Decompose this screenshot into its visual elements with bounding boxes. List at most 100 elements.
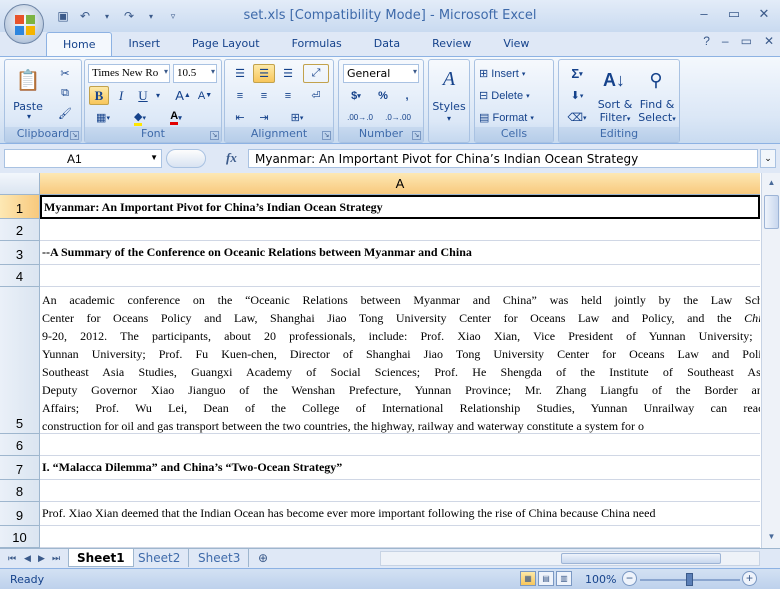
align-center-icon[interactable]: ≡: [253, 86, 275, 105]
row-header[interactable]: 2: [0, 219, 40, 241]
page-layout-view-icon[interactable]: ▤: [538, 571, 554, 586]
sort-filter-button[interactable]: Sort & Filter▾: [593, 98, 637, 126]
binoculars-icon[interactable]: ⚲: [639, 64, 673, 96]
formula-bar-resize-handle[interactable]: [166, 149, 206, 168]
format-cells-button[interactable]: ▤ Format ▾: [478, 108, 552, 127]
font-name-dropdown-icon[interactable]: ▾: [164, 67, 168, 76]
insert-sheet-icon[interactable]: ⊕: [250, 549, 276, 567]
clear-icon[interactable]: ⌫ ▾: [562, 108, 592, 127]
zoom-in-icon[interactable]: +: [742, 571, 757, 586]
close-icon[interactable]: ✕: [756, 6, 772, 22]
paste-icon[interactable]: 📋: [11, 64, 45, 96]
align-top-icon[interactable]: ☰: [229, 64, 251, 83]
tab-formulas[interactable]: Formulas: [276, 32, 358, 56]
maximize-icon[interactable]: ▭: [726, 6, 742, 22]
vertical-scrollbar[interactable]: ▲ ▼: [761, 173, 780, 548]
bold-button[interactable]: B: [89, 86, 109, 105]
underline-dropdown-icon[interactable]: ▾: [153, 86, 163, 105]
select-all-corner[interactable]: [0, 173, 40, 195]
horizontal-scrollbar[interactable]: [380, 551, 760, 566]
number-format-box[interactable]: General ▾: [343, 64, 419, 83]
zoom-out-icon[interactable]: −: [622, 571, 637, 586]
styles-dropdown-icon[interactable]: ▾: [445, 114, 453, 123]
font-color-icon[interactable]: A ▾: [161, 108, 191, 127]
page-break-view-icon[interactable]: ▥: [556, 571, 572, 586]
zoom-slider-knob[interactable]: [686, 573, 693, 586]
next-sheet-icon[interactable]: ▶: [38, 553, 45, 564]
format-painter-icon[interactable]: 🖌: [55, 104, 75, 122]
tab-review[interactable]: Review: [416, 32, 487, 56]
font-launcher-icon[interactable]: ↘: [210, 131, 219, 140]
italic-button[interactable]: I: [111, 86, 131, 105]
underline-button[interactable]: U: [133, 86, 153, 105]
tab-insert[interactable]: Insert: [112, 32, 176, 56]
name-box-dropdown-icon[interactable]: ▼: [150, 153, 158, 162]
scroll-down-icon[interactable]: ▼: [764, 529, 779, 544]
column-header-a[interactable]: A: [40, 173, 760, 195]
row-header[interactable]: 5: [0, 287, 40, 434]
font-size-dropdown-icon[interactable]: ▾: [211, 67, 215, 76]
tab-page-layout[interactable]: Page Layout: [176, 32, 276, 56]
currency-button[interactable]: $ ▾: [343, 86, 369, 105]
number-launcher-icon[interactable]: ↘: [412, 131, 421, 140]
minimize-icon[interactable]: –: [696, 6, 712, 22]
row-header[interactable]: 8: [0, 480, 40, 502]
office-button[interactable]: [4, 4, 44, 44]
decrease-decimal-button[interactable]: .0→.00: [381, 108, 415, 127]
cell-a4[interactable]: [40, 265, 760, 287]
cell-a8[interactable]: [40, 480, 760, 502]
formula-input[interactable]: Myanmar: An Important Pivot for China’s …: [248, 149, 758, 168]
cell-a1[interactable]: Myanmar: An Important Pivot for China’s …: [40, 195, 760, 219]
sheet-tab-sheet2[interactable]: Sheet2: [130, 549, 190, 567]
increase-decimal-button[interactable]: .00→.0: [343, 108, 377, 127]
horizontal-scroll-thumb[interactable]: [561, 553, 721, 564]
first-sheet-icon[interactable]: ⏮: [8, 553, 16, 564]
paste-dropdown-icon[interactable]: ▾: [25, 112, 33, 121]
insert-function-button[interactable]: fx: [226, 150, 237, 166]
cell-a3[interactable]: --A Summary of the Conference on Oceanic…: [40, 241, 760, 265]
tab-data[interactable]: Data: [358, 32, 416, 56]
number-format-dropdown-icon[interactable]: ▾: [413, 67, 417, 76]
cell-a9[interactable]: Prof. Xiao Xian deemed that the Indian O…: [40, 502, 760, 526]
prev-sheet-icon[interactable]: ◀: [24, 553, 31, 564]
grow-font-button[interactable]: A ▲: [173, 86, 193, 105]
decrease-indent-icon[interactable]: ⇤: [229, 108, 251, 127]
row-header[interactable]: 3: [0, 241, 40, 265]
vertical-scroll-thumb[interactable]: [764, 195, 779, 229]
find-select-button[interactable]: Find & Select▾: [635, 98, 679, 126]
comma-button[interactable]: ,: [397, 86, 417, 105]
shrink-font-button[interactable]: A ▼: [195, 86, 215, 105]
cut-icon[interactable]: ✂: [55, 64, 75, 82]
zoom-level[interactable]: 100%: [585, 573, 616, 586]
cell-a6[interactable]: [40, 434, 760, 456]
row-header[interactable]: 10: [0, 526, 40, 548]
font-size-box[interactable]: 10.5 ▾: [173, 64, 217, 83]
fill-color-icon[interactable]: ◆ ▾: [125, 108, 155, 127]
row-header[interactable]: 4: [0, 265, 40, 287]
name-box[interactable]: A1 ▼: [4, 149, 162, 168]
merge-center-icon[interactable]: ⊞ ▾: [281, 108, 313, 127]
workbook-close-icon[interactable]: ✕: [764, 34, 774, 48]
autosum-icon[interactable]: Σ ▾: [562, 64, 592, 83]
help-icon[interactable]: ?: [703, 34, 710, 48]
align-right-icon[interactable]: ≡: [277, 86, 299, 105]
align-bottom-icon[interactable]: ☰: [277, 64, 299, 83]
insert-cells-button[interactable]: ⊞ Insert ▾: [478, 64, 552, 83]
row-header[interactable]: 9: [0, 502, 40, 526]
increase-indent-icon[interactable]: ⇥: [253, 108, 275, 127]
tab-home[interactable]: Home: [46, 32, 113, 56]
align-middle-icon[interactable]: ☰: [253, 64, 275, 83]
sheet-tab-sheet1[interactable]: Sheet1: [68, 549, 134, 567]
sort-filter-icon[interactable]: A↓: [597, 64, 631, 96]
sheet-tab-sheet3[interactable]: Sheet3: [190, 549, 250, 567]
align-left-icon[interactable]: ≡: [229, 86, 251, 105]
orientation-icon[interactable]: ⤢: [303, 64, 329, 83]
cell-a5[interactable]: An academic conference on the “Oceanic R…: [40, 287, 760, 434]
tab-view[interactable]: View: [487, 32, 545, 56]
scroll-up-icon[interactable]: ▲: [764, 175, 779, 190]
normal-view-icon[interactable]: ▦: [520, 571, 536, 586]
row-header[interactable]: 7: [0, 456, 40, 480]
cell-a7[interactable]: I. “Malacca Dilemma” and China’s “Two-Oc…: [40, 456, 760, 480]
styles-button-label[interactable]: Styles: [429, 100, 469, 113]
percent-button[interactable]: %: [373, 86, 393, 105]
